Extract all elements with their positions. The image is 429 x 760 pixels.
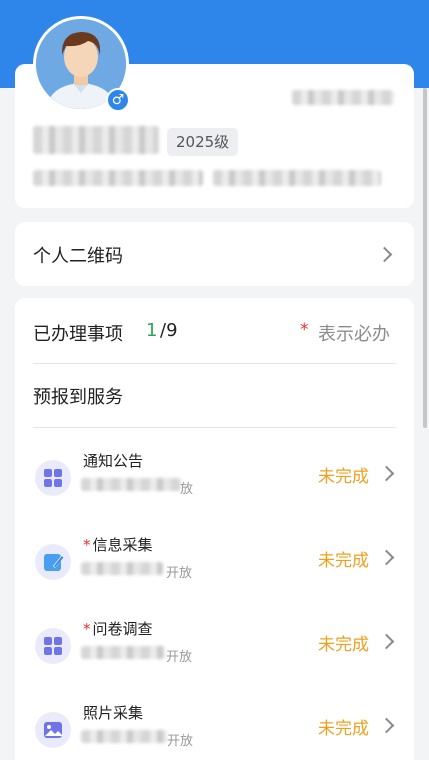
edit-note-icon [35, 544, 71, 580]
chevron-right-icon [378, 549, 395, 566]
todo-title: 已办理事项 [33, 324, 123, 345]
redacted-student-id [292, 90, 394, 105]
grade-tag: 2025级 [167, 128, 239, 156]
chevron-right-icon [378, 465, 395, 482]
task-status: 未完成 [318, 635, 369, 655]
task-row-photo-collection[interactable]: 照片采集 开放 未完成 [15, 700, 414, 760]
divider [33, 427, 396, 428]
redacted-college [33, 170, 203, 186]
task-open-status: 开放 [166, 650, 193, 665]
male-gender-icon: ♂ [106, 88, 130, 112]
task-status: 未完成 [318, 551, 369, 571]
section-title: 预报到服务 [33, 387, 123, 408]
task-status: 未完成 [318, 719, 369, 739]
task-name: * 信息采集 [83, 536, 153, 554]
task-row-info-collection[interactable]: * 信息采集 开放 未完成 [15, 532, 414, 612]
task-open-status: 开放 [167, 734, 194, 749]
task-name: 通知公告 [83, 452, 144, 470]
task-row-survey[interactable]: * 问卷调查 开放 未完成 [15, 616, 414, 696]
redacted-task-date [81, 730, 167, 743]
task-name: * 问卷调查 [83, 620, 153, 638]
chevron-right-icon [378, 717, 395, 734]
redacted-student-name [33, 126, 159, 154]
qr-code-label: 个人二维码 [33, 246, 123, 267]
scrollbar[interactable] [421, 88, 429, 760]
required-star: * [300, 320, 309, 340]
redacted-task-date [81, 646, 165, 659]
grid-apps-icon [35, 628, 71, 664]
redacted-task-date [81, 562, 163, 575]
redacted-task-date [81, 478, 181, 491]
redacted-major [213, 170, 381, 186]
chevron-right-icon [376, 246, 393, 263]
task-open-status: 放 [180, 482, 194, 497]
task-row-notice[interactable]: 通知公告 放 未完成 [15, 448, 414, 528]
task-open-status: 开放 [166, 566, 193, 581]
scrollbar-thumb[interactable] [423, 88, 427, 428]
todo-done-count: 1 [146, 320, 158, 341]
qr-code-row[interactable]: 个人二维码 [15, 222, 414, 286]
todo-card: 已办理事项 1 /9 * 表示必办 预报到服务 通知公告 放 未完成 * 信息采… [15, 298, 414, 760]
task-status: 未完成 [318, 467, 369, 487]
todo-total-count: /9 [160, 320, 178, 341]
chevron-right-icon [378, 633, 395, 650]
grid-apps-icon [35, 460, 71, 496]
required-note: 表示必办 [318, 324, 390, 345]
task-name: 照片采集 [83, 704, 144, 722]
divider [33, 363, 396, 364]
photo-icon [35, 712, 71, 748]
